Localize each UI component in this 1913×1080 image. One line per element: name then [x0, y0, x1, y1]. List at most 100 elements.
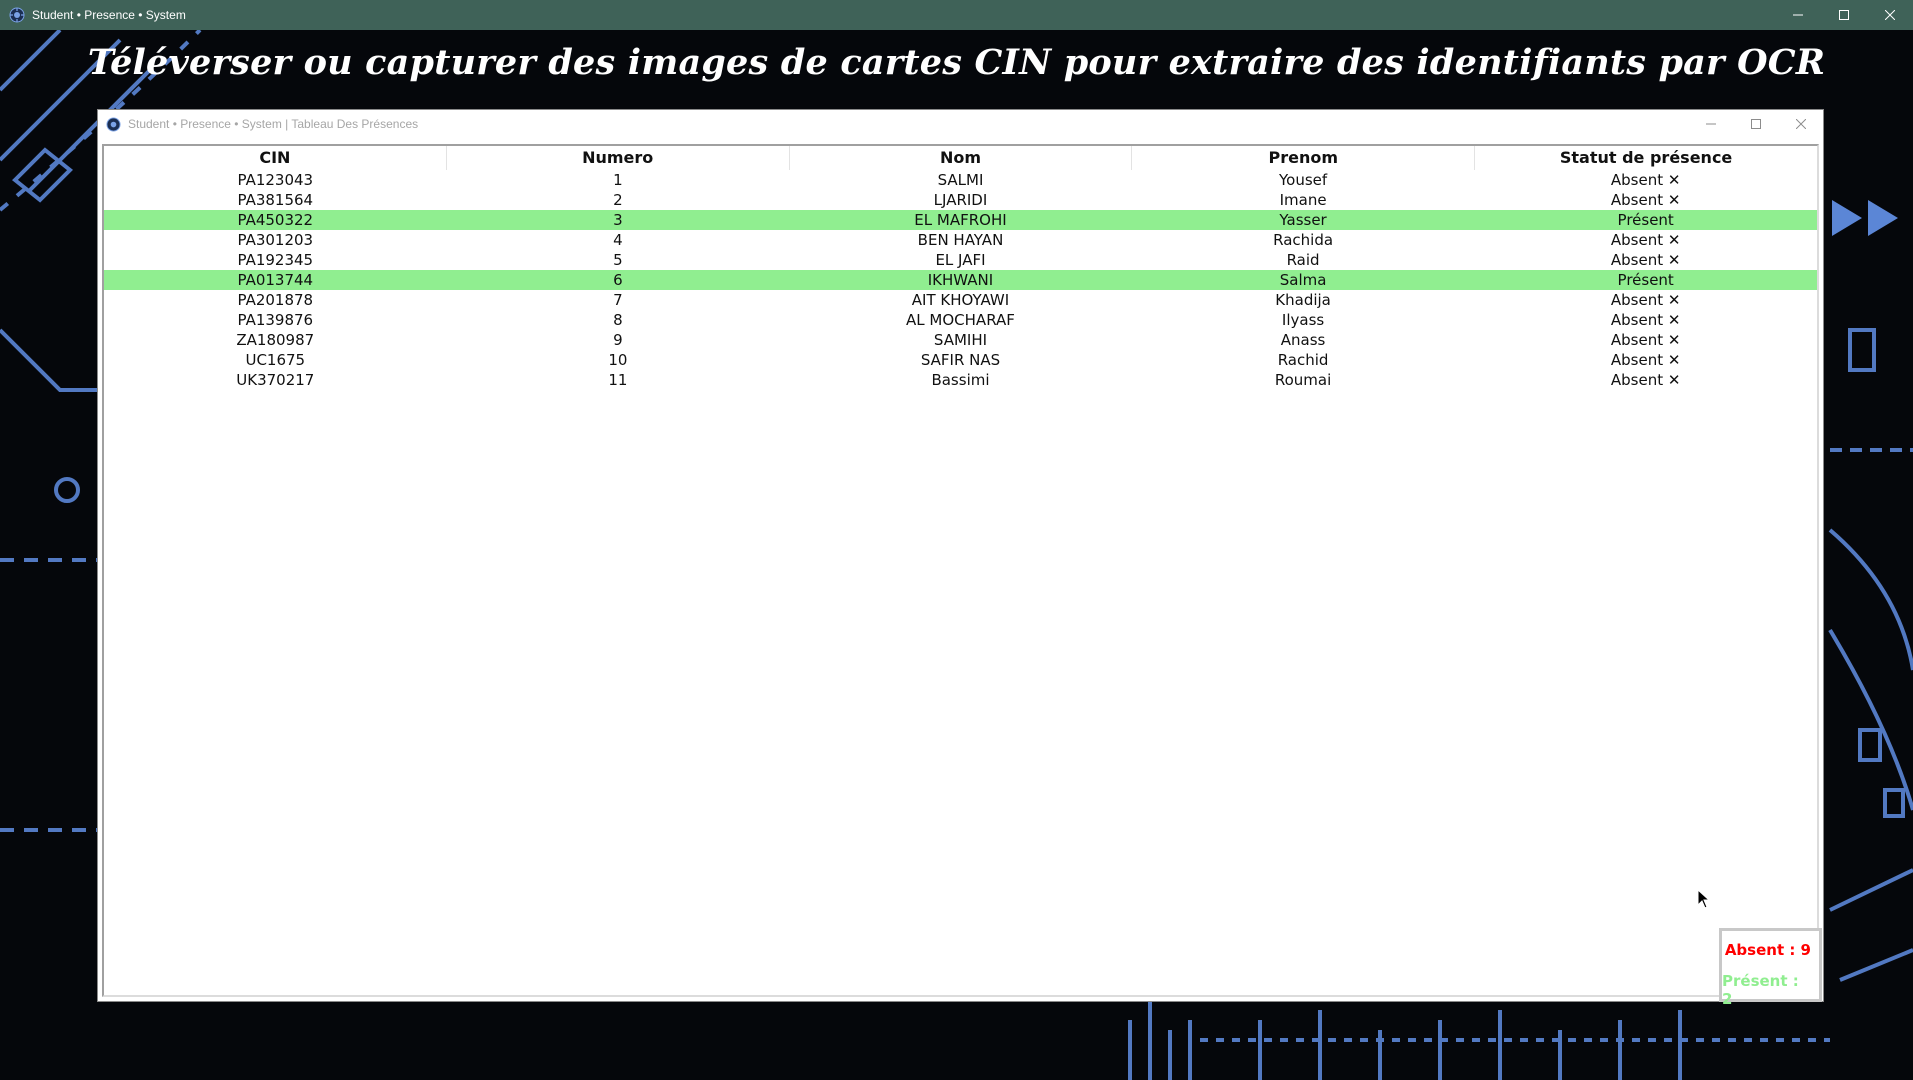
table-row[interactable]: PA123043 1 SALMI Yousef Absent ✕	[104, 170, 1817, 190]
table-body: PA123043 1 SALMI Yousef Absent ✕ PA381564 2 LJA…	[104, 170, 1817, 390]
cell-prenom: Salma	[1279, 271, 1327, 289]
table-row[interactable]: PA450322 3 EL MAFROHI Yasser Présent	[104, 210, 1817, 230]
attendance-table[interactable]: CIN Numero Nom Prenom Statut de présence…	[102, 144, 1819, 997]
table-row[interactable]: ZA180987 9 SAMIHI Anass Absent ✕	[104, 330, 1817, 350]
cell-nom: EL MAFROHI	[914, 211, 1007, 229]
app-logo-icon	[106, 116, 121, 132]
cell-numero: 2	[613, 191, 623, 209]
cell-statut: Absent ✕	[1610, 311, 1681, 329]
cell-cin: PA301203	[237, 231, 314, 249]
cell-prenom: Imane	[1279, 191, 1327, 209]
cell-numero: 6	[613, 271, 623, 289]
attendance-window-title: Student • Presence • System | Tableau De…	[128, 117, 419, 131]
cell-nom: Bassimi	[931, 371, 990, 389]
cell-numero: 3	[613, 211, 623, 229]
cell-statut: Absent ✕	[1610, 251, 1681, 269]
cell-statut: Absent ✕	[1610, 191, 1681, 209]
window-controls	[1775, 0, 1913, 30]
attendance-maximize-button[interactable]	[1733, 110, 1778, 138]
cell-statut: Absent ✕	[1610, 291, 1681, 309]
minimize-icon	[1793, 14, 1803, 16]
cell-numero: 4	[613, 231, 623, 249]
cell-cin: PA139876	[237, 311, 314, 329]
minimize-button[interactable]	[1775, 0, 1821, 30]
cell-cin: PA201878	[237, 291, 314, 309]
mouse-cursor-icon	[1697, 889, 1711, 909]
app-logo-icon	[9, 7, 25, 23]
column-header-nom[interactable]: Nom	[790, 146, 1133, 170]
table-row[interactable]: UK370217 11 Bassimi Roumai Absent ✕	[104, 370, 1817, 390]
window-title: Student • Presence • System	[32, 8, 186, 22]
cell-prenom: Ilyass	[1281, 311, 1325, 329]
close-button[interactable]	[1867, 0, 1913, 30]
cell-statut: Présent	[1617, 211, 1674, 229]
cell-statut: Absent ✕	[1610, 231, 1681, 249]
table-row[interactable]: PA381564 2 LJARIDI Imane Absent ✕	[104, 190, 1817, 210]
cell-cin: PA450322	[237, 211, 314, 229]
cell-cin: PA381564	[237, 191, 314, 209]
present-count: Présent : 2	[1722, 972, 1799, 1008]
cell-nom: IKHWANI	[927, 271, 994, 289]
cell-numero: 11	[608, 371, 628, 389]
cell-statut: Absent ✕	[1610, 331, 1681, 349]
cell-numero: 8	[613, 311, 623, 329]
cell-cin: ZA180987	[236, 331, 315, 349]
cell-cin: PA013744	[237, 271, 314, 289]
column-header-numero[interactable]: Numero	[447, 146, 790, 170]
maximize-button[interactable]	[1821, 0, 1867, 30]
table-row[interactable]: UC1675 10 SAFIR NAS Rachid Absent ✕	[104, 350, 1817, 370]
cell-nom: AIT KHOYAWI	[911, 291, 1010, 309]
minimize-icon	[1705, 123, 1716, 125]
attendance-window-titlebar: Student • Presence • System | Tableau De…	[98, 110, 1823, 138]
table-row[interactable]: PA301203 4 BEN HAYAN Rachida Absent ✕	[104, 230, 1817, 250]
cell-nom: BEN HAYAN	[917, 231, 1004, 249]
column-header-prenom[interactable]: Prenom	[1132, 146, 1476, 170]
column-header-cin[interactable]: CIN	[104, 146, 447, 170]
cell-nom: AL MOCHARAF	[906, 311, 1015, 329]
attendance-window-controls	[1688, 110, 1823, 138]
cell-numero: 1	[613, 171, 623, 189]
cell-prenom: Yousef	[1278, 171, 1328, 189]
cell-statut: Présent	[1617, 271, 1674, 289]
cell-cin: PA192345	[237, 251, 314, 269]
table-row[interactable]: PA139876 8 AL MOCHARAF Ilyass Absent ✕	[104, 310, 1817, 330]
cell-prenom: Raid	[1286, 251, 1320, 269]
cell-statut: Absent ✕	[1610, 171, 1681, 189]
cell-nom: EL JAFI	[935, 251, 986, 269]
cell-prenom: Anass	[1280, 331, 1326, 349]
cell-cin: UC1675	[245, 351, 306, 369]
maximize-icon	[1839, 10, 1849, 20]
cell-numero: 5	[613, 251, 623, 269]
cell-prenom: Rachida	[1273, 231, 1334, 249]
cell-prenom: Roumai	[1274, 371, 1332, 389]
cell-cin: PA123043	[237, 171, 314, 189]
cell-statut: Absent ✕	[1610, 351, 1681, 369]
cell-nom: SAMIHI	[933, 331, 988, 349]
attendance-window: Student • Presence • System | Tableau De…	[97, 109, 1824, 1002]
attendance-minimize-button[interactable]	[1688, 110, 1733, 138]
table-row[interactable]: PA192345 5 EL JAFI Raid Absent ✕	[104, 250, 1817, 270]
table-header: CIN Numero Nom Prenom Statut de présence	[104, 146, 1817, 170]
close-icon	[1795, 119, 1806, 129]
cell-nom: LJARIDI	[933, 191, 988, 209]
table-row[interactable]: PA013744 6 IKHWANI Salma Présent	[104, 270, 1817, 290]
cell-statut: Absent ✕	[1610, 371, 1681, 389]
column-header-statut[interactable]: Statut de présence	[1475, 146, 1817, 170]
cell-numero: 9	[613, 331, 623, 349]
cell-nom: SALMI	[937, 171, 984, 189]
table-row[interactable]: PA201878 7 AIT KHOYAWI Khadija Absent ✕	[104, 290, 1817, 310]
absent-count: Absent : 9	[1724, 941, 1811, 959]
attendance-counter: Absent : 9 Présent : 2	[1719, 928, 1822, 1008]
cell-prenom: Yasser	[1279, 211, 1327, 229]
cell-numero: 10	[608, 351, 628, 369]
cell-prenom: Rachid	[1277, 351, 1329, 369]
attendance-close-button[interactable]	[1778, 110, 1823, 138]
maximize-icon	[1750, 119, 1761, 129]
cell-nom: SAFIR NAS	[920, 351, 1001, 369]
app-titlebar: Student • Presence • System	[0, 0, 1913, 30]
page-banner: Téléverser ou capturer des images de car…	[87, 42, 1826, 83]
cell-numero: 7	[613, 291, 623, 309]
cell-cin: UK370217	[236, 371, 315, 389]
cell-prenom: Khadija	[1275, 291, 1331, 309]
close-icon	[1885, 10, 1895, 20]
